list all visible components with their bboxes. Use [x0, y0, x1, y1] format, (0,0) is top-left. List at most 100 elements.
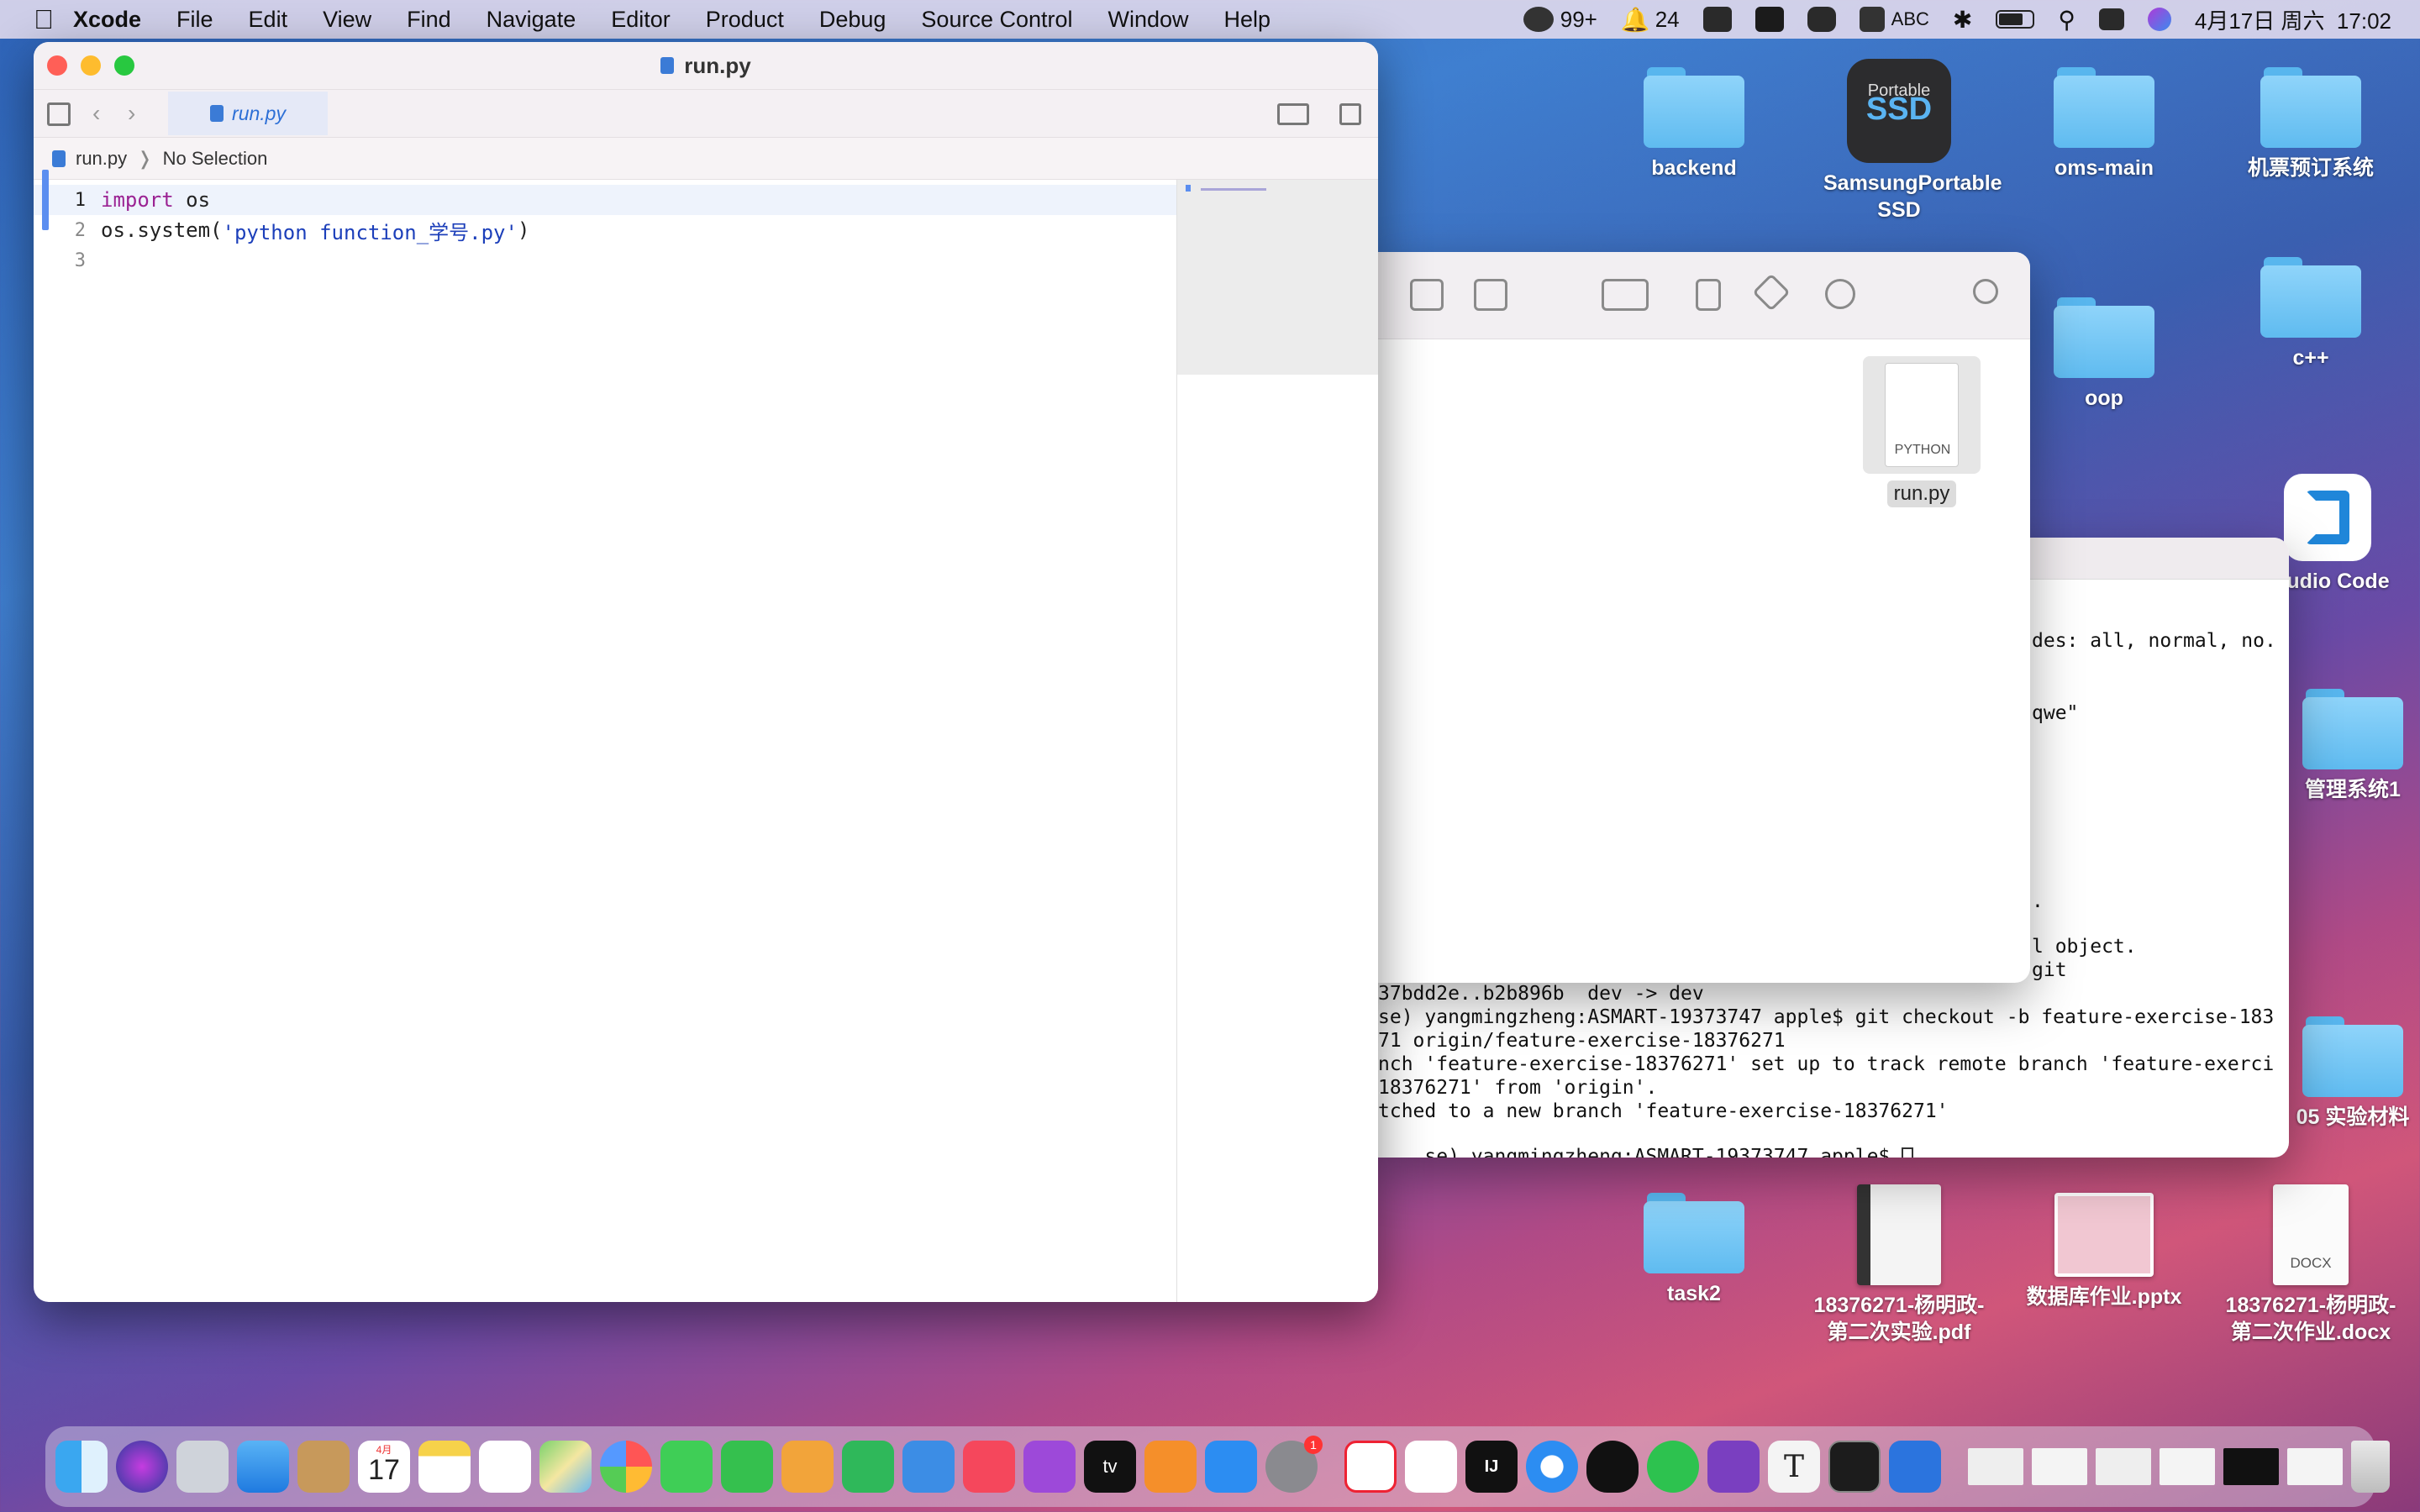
desktop-icon-cpp[interactable]: c++ — [2218, 257, 2403, 371]
photos-icon[interactable] — [600, 1441, 652, 1493]
finder-icon[interactable] — [55, 1441, 108, 1493]
notification-status-item[interactable]: 🔔 24 — [1621, 6, 1680, 34]
menu-find[interactable]: Find — [389, 7, 469, 33]
music-icon[interactable] — [963, 1441, 1015, 1493]
menu-app-name[interactable]: Xcode — [55, 7, 159, 33]
siri-icon[interactable] — [2147, 8, 2171, 31]
desktop-icon-backend[interactable]: backend — [1602, 67, 1786, 181]
menu-view[interactable]: View — [305, 7, 389, 33]
minimized-window-thumb[interactable] — [2096, 1448, 2151, 1485]
wechat-status-item[interactable]: 99+ — [1523, 7, 1597, 33]
system-preferences-icon[interactable]: 1 — [1265, 1436, 1323, 1493]
messages-icon[interactable] — [660, 1441, 713, 1493]
numbers-icon[interactable] — [842, 1441, 894, 1493]
jump-bar-selection[interactable]: No Selection — [163, 148, 268, 170]
desktop-icon-samsung-ssd[interactable]: Portable SSD SamsungPortable SSD — [1807, 59, 2002, 223]
finder-file-item[interactable]: PYTHON run.py — [1860, 356, 1983, 507]
cat-icon[interactable] — [1702, 7, 1732, 32]
books-icon[interactable] — [1144, 1441, 1197, 1493]
reminders-icon[interactable] — [479, 1441, 531, 1493]
wechat-icon[interactable] — [1647, 1441, 1699, 1493]
calendar-icon[interactable]: 4月 17 — [358, 1441, 410, 1493]
tab-run-py[interactable]: run.py — [168, 92, 328, 135]
share-icon[interactable] — [1696, 279, 1721, 311]
menu-debug[interactable]: Debug — [802, 7, 904, 33]
desktop-icon-task2[interactable]: task2 — [1602, 1193, 1786, 1307]
wps-icon[interactable] — [1344, 1441, 1397, 1493]
terminal-prompt-line[interactable]: se) yangmingzheng:ASMART-19373747 apple$ — [1378, 1124, 1914, 1158]
group-by-icon[interactable] — [1602, 279, 1649, 311]
wps-icon[interactable] — [1754, 7, 1784, 32]
search-icon[interactable]: ⚲ — [2058, 6, 2075, 34]
apple-tv-icon[interactable]: tv — [1084, 1441, 1136, 1493]
github-icon[interactable] — [1707, 1441, 1760, 1493]
code-editor[interactable]: 1 import os 2 os.system('python function… — [34, 170, 1176, 1302]
minimized-window-thumb[interactable] — [2287, 1448, 2343, 1485]
xcode-titlebar[interactable]: run.py — [34, 42, 1378, 89]
desktop-icon-docx[interactable]: DOCX 18376271-杨明政-第二次作业.docx — [2218, 1184, 2403, 1346]
forward-icon[interactable]: › — [128, 100, 135, 127]
jump-bar-file[interactable]: run.py — [76, 148, 127, 170]
menu-editor[interactable]: Editor — [593, 7, 688, 33]
input-method-item[interactable]: ABC — [1859, 7, 1929, 32]
gallery-view-icon[interactable] — [1474, 279, 1507, 311]
search-icon[interactable] — [1973, 279, 1998, 304]
code-line[interactable]: 1 import os — [34, 170, 1176, 230]
minimap[interactable] — [1176, 180, 1378, 1302]
menu-edit[interactable]: Edit — [231, 7, 306, 33]
desktop-icon-oop[interactable]: oop — [2012, 297, 2196, 412]
intellij-icon[interactable]: IJ — [1465, 1441, 1518, 1493]
menu-file[interactable]: File — [159, 7, 231, 33]
battery-icon[interactable] — [1996, 10, 2035, 29]
tag-icon[interactable] — [1752, 273, 1791, 312]
code-line[interactable]: 2 os.system('python function_学号.py') — [34, 215, 1176, 245]
launchpad-icon[interactable] — [176, 1441, 229, 1493]
desktop-icon-pptx[interactable]: 数据库作业.pptx — [2012, 1193, 2196, 1310]
menu-window[interactable]: Window — [1091, 7, 1207, 33]
desktop-icon-ticket-system[interactable]: 机票预订系统 — [2218, 67, 2403, 181]
minimized-window-thumb[interactable] — [1968, 1448, 2023, 1485]
podcasts-icon[interactable] — [1023, 1441, 1076, 1493]
menu-product[interactable]: Product — [688, 7, 802, 33]
contacts-icon[interactable] — [297, 1441, 350, 1493]
terminal-icon[interactable] — [1828, 1441, 1881, 1493]
finder-window[interactable]: PYTHON run.py — [1378, 252, 2030, 983]
pages-icon[interactable] — [781, 1441, 834, 1493]
mail-icon[interactable] — [237, 1441, 289, 1493]
siri-icon[interactable] — [116, 1441, 168, 1493]
typora-icon[interactable]: T — [1768, 1441, 1820, 1493]
minimized-window-thumb[interactable] — [2223, 1448, 2279, 1485]
trash-icon[interactable] — [2351, 1441, 2390, 1493]
grid-icon[interactable] — [47, 102, 71, 126]
menu-source-control[interactable]: Source Control — [903, 7, 1090, 33]
back-icon[interactable]: ‹ — [92, 100, 100, 127]
minimized-window-thumb[interactable] — [2032, 1448, 2087, 1485]
zoom-button[interactable] — [114, 55, 134, 76]
shield-icon[interactable] — [1807, 7, 1836, 32]
keynote-icon[interactable] — [902, 1441, 955, 1493]
minimize-button[interactable] — [81, 55, 101, 76]
menu-clock[interactable]: 4月17日 周六 17:02 — [2195, 4, 2391, 35]
menu-navigate[interactable]: Navigate — [469, 7, 594, 33]
qq-icon[interactable] — [1586, 1441, 1639, 1493]
minimized-window-thumb[interactable] — [2160, 1448, 2215, 1485]
maps-icon[interactable] — [539, 1441, 592, 1493]
close-button[interactable] — [47, 55, 67, 76]
xcode-icon[interactable] — [1889, 1441, 1941, 1493]
vscode-icon[interactable] — [1405, 1441, 1457, 1493]
bluetooth-icon[interactable]: ✱ — [1953, 6, 1972, 34]
add-editor-icon[interactable] — [1339, 103, 1361, 125]
desktop-icon-pdf[interactable]: 18376271-杨明政-第二次实验.pdf — [1807, 1184, 1991, 1346]
control-center-icon[interactable] — [2098, 8, 2124, 30]
column-view-icon[interactable] — [1410, 279, 1444, 311]
notes-icon[interactable] — [418, 1441, 471, 1493]
more-actions-icon[interactable] — [1825, 279, 1855, 309]
app-store-icon[interactable] — [1205, 1441, 1257, 1493]
safari-icon[interactable] — [1526, 1441, 1578, 1493]
facetime-icon[interactable] — [721, 1441, 773, 1493]
desktop-icon-oms-main[interactable]: oms-main — [2012, 67, 2196, 181]
minimap-viewport[interactable] — [1177, 180, 1378, 375]
editor-options-icon[interactable] — [1277, 103, 1309, 125]
menu-help[interactable]: Help — [1207, 7, 1289, 33]
apple-menu-icon[interactable]:  — [0, 4, 55, 35]
